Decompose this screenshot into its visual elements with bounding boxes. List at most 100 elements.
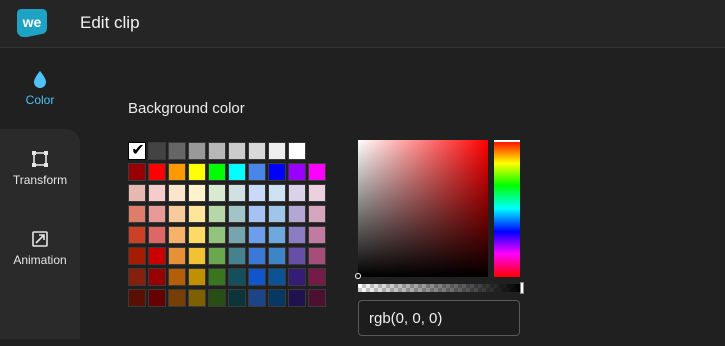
color-swatch[interactable] <box>268 226 286 244</box>
color-swatch[interactable] <box>188 205 206 223</box>
saturation-value-picker[interactable] <box>355 140 488 279</box>
color-swatch[interactable] <box>188 268 206 286</box>
color-swatch[interactable] <box>168 226 186 244</box>
color-swatch[interactable] <box>308 268 326 286</box>
color-swatch[interactable] <box>248 142 266 160</box>
color-swatch[interactable] <box>128 268 146 286</box>
color-swatch[interactable] <box>268 184 286 202</box>
color-swatch[interactable] <box>168 163 186 181</box>
color-swatch[interactable] <box>308 226 326 244</box>
color-swatch[interactable] <box>268 142 286 160</box>
color-swatch[interactable] <box>188 142 206 160</box>
color-swatch[interactable] <box>308 247 326 265</box>
color-swatch[interactable] <box>248 226 266 244</box>
color-swatch[interactable] <box>208 163 226 181</box>
color-swatch[interactable] <box>188 289 206 307</box>
color-swatch[interactable] <box>228 289 246 307</box>
alpha-slider[interactable] <box>358 282 524 294</box>
sidebar-item-label: Animation <box>13 253 67 267</box>
swatch-row <box>128 247 328 267</box>
color-swatch[interactable] <box>208 268 226 286</box>
color-swatch[interactable] <box>148 289 166 307</box>
color-swatch[interactable] <box>288 226 306 244</box>
hue-slider[interactable] <box>494 140 520 277</box>
color-swatch[interactable] <box>248 289 266 307</box>
color-swatch[interactable] <box>168 205 186 223</box>
swatch-row <box>128 184 328 204</box>
color-swatch[interactable] <box>288 289 306 307</box>
color-swatch[interactable] <box>168 268 186 286</box>
color-swatch[interactable] <box>288 268 306 286</box>
color-swatch[interactable] <box>148 142 166 160</box>
color-swatch[interactable] <box>128 289 146 307</box>
color-swatch[interactable] <box>288 163 306 181</box>
app-logo[interactable]: we <box>15 8 48 38</box>
color-swatch[interactable] <box>208 289 226 307</box>
color-swatch[interactable] <box>208 184 226 202</box>
color-swatch[interactable] <box>168 142 186 160</box>
color-swatch[interactable] <box>228 247 246 265</box>
color-swatch[interactable] <box>228 226 246 244</box>
color-swatch[interactable] <box>308 205 326 223</box>
color-swatch[interactable] <box>128 163 146 181</box>
color-swatch[interactable] <box>188 163 206 181</box>
color-swatch[interactable] <box>208 205 226 223</box>
color-swatch[interactable] <box>148 268 166 286</box>
color-swatch[interactable] <box>228 268 246 286</box>
color-swatch[interactable] <box>248 247 266 265</box>
color-swatch[interactable] <box>188 247 206 265</box>
color-swatch[interactable] <box>128 184 146 202</box>
color-swatch[interactable] <box>268 268 286 286</box>
color-swatch[interactable] <box>208 142 226 160</box>
color-swatch[interactable] <box>148 205 166 223</box>
hue-handle[interactable] <box>494 140 520 142</box>
color-swatch[interactable] <box>208 247 226 265</box>
color-swatch[interactable] <box>228 184 246 202</box>
color-swatch[interactable] <box>148 226 166 244</box>
swatch-row: ✔ <box>128 142 328 162</box>
color-swatch[interactable] <box>128 247 146 265</box>
sidebar-item-label: Color <box>25 93 55 107</box>
swatch-row <box>128 289 328 309</box>
color-swatch[interactable] <box>288 142 306 160</box>
sidebar-item-animation[interactable]: Animation <box>0 229 80 267</box>
color-swatch[interactable] <box>188 226 206 244</box>
color-swatch[interactable] <box>148 163 166 181</box>
saturation-handle[interactable] <box>355 273 361 279</box>
color-swatch[interactable] <box>168 184 186 202</box>
sidebar-item-color[interactable]: Color <box>0 49 80 129</box>
color-swatch[interactable] <box>288 205 306 223</box>
color-swatch[interactable] <box>288 184 306 202</box>
color-swatch[interactable] <box>308 163 326 181</box>
color-swatch[interactable] <box>308 289 326 307</box>
swatch-row <box>128 226 328 246</box>
sidebar-item-transform[interactable]: Transform <box>0 149 80 187</box>
color-swatch[interactable] <box>128 226 146 244</box>
color-swatch[interactable] <box>248 268 266 286</box>
color-swatch[interactable] <box>208 226 226 244</box>
color-swatch[interactable] <box>248 205 266 223</box>
color-swatch[interactable] <box>268 247 286 265</box>
color-swatch[interactable] <box>168 289 186 307</box>
color-swatch[interactable] <box>148 247 166 265</box>
color-swatch[interactable] <box>228 163 246 181</box>
alpha-handle[interactable] <box>520 282 524 294</box>
color-swatch[interactable] <box>228 142 246 160</box>
color-swatch[interactable] <box>248 184 266 202</box>
swatch-row <box>128 163 328 183</box>
transform-icon <box>32 151 48 167</box>
color-swatch[interactable] <box>148 184 166 202</box>
color-swatch[interactable] <box>128 205 146 223</box>
color-swatch[interactable] <box>228 205 246 223</box>
color-swatch[interactable] <box>168 247 186 265</box>
swatch-row <box>128 205 328 225</box>
color-swatch[interactable] <box>188 184 206 202</box>
color-swatch[interactable] <box>288 247 306 265</box>
color-swatch[interactable] <box>268 205 286 223</box>
color-swatch[interactable] <box>268 289 286 307</box>
color-value-input[interactable] <box>358 300 520 336</box>
color-swatch[interactable] <box>308 184 326 202</box>
color-swatch[interactable]: ✔ <box>128 142 146 160</box>
color-swatch[interactable] <box>248 163 266 181</box>
color-swatch[interactable] <box>268 163 286 181</box>
